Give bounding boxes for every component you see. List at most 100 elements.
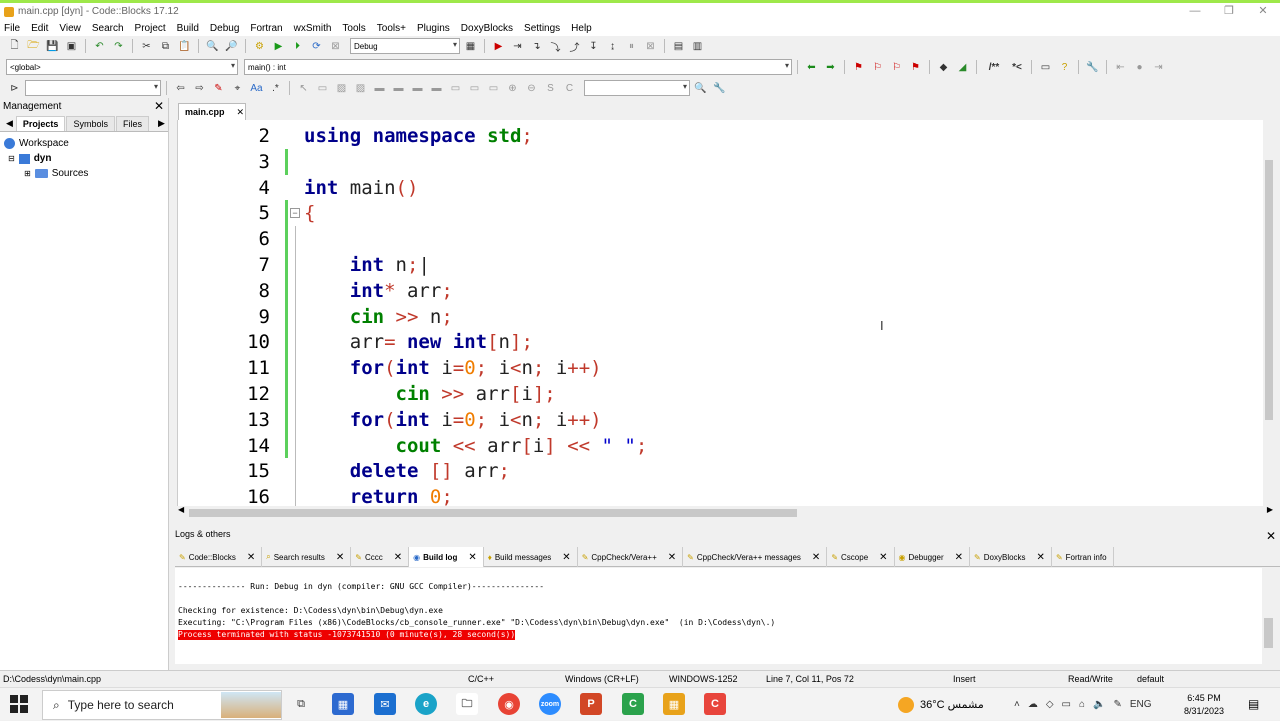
taskbar-search-input[interactable]: ⌕ Type here to search <box>42 690 282 720</box>
clock[interactable]: 6:45 PM 8/31/2023 <box>1184 688 1224 721</box>
close-tab-icon[interactable]: ✕ <box>468 552 476 563</box>
doxywizard-icon[interactable]: ▭ <box>1037 59 1054 75</box>
editor-vertical-scrollbar[interactable] <box>1263 120 1275 506</box>
close-tab-icon[interactable]: ✕ <box>247 552 255 563</box>
menu-wxsmith[interactable]: wxSmith <box>294 23 332 34</box>
doxy-comment-icon[interactable]: /** <box>982 59 1006 75</box>
tray-chevron-icon[interactable]: ˄ <box>1014 699 1020 710</box>
logs-tab[interactable]: ⌕ Search results ✕ <box>262 547 352 567</box>
code-line[interactable]: 3 <box>178 149 1263 175</box>
debug-start-icon[interactable]: ▶ <box>490 38 507 54</box>
store-app-icon[interactable]: ▦ <box>332 693 354 715</box>
shape-d-icon[interactable]: ▬ <box>390 80 407 96</box>
logs-tab[interactable]: ◉ Build log ✕ <box>409 547 484 567</box>
clear-bookmarks-icon[interactable]: ⚑ <box>907 59 924 75</box>
input-language[interactable]: ENG <box>1130 699 1152 710</box>
toggle-bookmark-icon[interactable]: ⚑ <box>850 59 867 75</box>
logs-tab[interactable]: ♦ Build messages ✕ <box>484 547 578 567</box>
shape-i-icon[interactable]: ▭ <box>485 80 502 96</box>
codeblocks-taskbar-icon[interactable]: ▦ <box>663 693 685 715</box>
abort-icon[interactable]: ⊠ <box>327 38 344 54</box>
doxy-help-icon[interactable]: ? <box>1056 59 1073 75</box>
menu-tools[interactable]: Tools <box>342 23 365 34</box>
code-line[interactable]: 12 cin >> arr[i]; <box>178 381 1263 407</box>
tray-dropbox-icon[interactable]: ◇ <box>1046 699 1054 710</box>
step-into-icon[interactable]: ⤵ <box>547 38 564 54</box>
quick-search-select[interactable]: ▾ <box>25 80 161 96</box>
debug-windows-icon[interactable]: ▤ <box>670 38 687 54</box>
stop-debug-icon[interactable]: ⊠ <box>642 38 659 54</box>
nav-forward-icon[interactable]: ⇨ <box>191 80 208 96</box>
run-icon[interactable]: ▶ <box>270 38 287 54</box>
shape-g-icon[interactable]: ▭ <box>447 80 464 96</box>
code-line[interactable]: 7 int n;| <box>178 252 1263 278</box>
scope-select[interactable]: <global> ▾ <box>6 59 238 75</box>
shape-b-icon[interactable]: ▨ <box>352 80 369 96</box>
shape-a-icon[interactable]: ▨ <box>333 80 350 96</box>
tabs-right-arrow-icon[interactable]: ▶ <box>156 116 167 131</box>
save-all-icon[interactable]: ▣ <box>63 38 80 54</box>
build-run-icon[interactable]: ⏵ <box>289 38 306 54</box>
logs-tab[interactable]: ✎ CppCheck/Vera++ messages ✕ <box>683 547 828 567</box>
copy-icon[interactable]: ⧉ <box>157 38 174 54</box>
menu-file[interactable]: File <box>4 23 20 34</box>
code-line[interactable]: 11 for(int i=0; i<n; i++) <box>178 355 1263 381</box>
tray-battery-icon[interactable]: ▭ <box>1062 699 1071 710</box>
search-settings-icon[interactable]: 🔧 <box>711 80 728 96</box>
close-window-button[interactable]: ✕ <box>1246 3 1280 20</box>
zoom-app-icon[interactable]: zoom <box>539 693 561 715</box>
code-editor[interactable]: 2 using namespace std; 3 4 int main() 5{6 7 in… <box>177 120 1263 506</box>
shape-c-icon[interactable]: ▬ <box>371 80 388 96</box>
logs-tab[interactable]: ✎ Fortran info <box>1052 547 1114 567</box>
function-select[interactable]: main() : int ▾ <box>244 59 792 75</box>
jump-forward-icon[interactable]: ➡ <box>822 59 839 75</box>
rebuild-icon[interactable]: ⟳ <box>308 38 325 54</box>
close-tab-icon[interactable]: ✕ <box>668 552 676 563</box>
close-tab-icon[interactable]: ✕ <box>812 552 820 563</box>
menu-help[interactable]: Help <box>571 23 592 34</box>
code-line[interactable]: 10 arr= new int[n]; <box>178 329 1263 355</box>
close-tab-icon[interactable]: ✕ <box>879 552 887 563</box>
tree-item-sources[interactable]: ⊞ Sources <box>4 166 164 181</box>
code-line[interactable]: 8 int* arr; <box>178 278 1263 304</box>
c-icon[interactable]: C <box>561 80 578 96</box>
mail-app-icon[interactable]: ✉ <box>374 693 396 715</box>
code-line[interactable]: 14 cout << arr[i] << " "; <box>178 433 1263 459</box>
menu-project[interactable]: Project <box>135 23 166 34</box>
debug-info-icon[interactable]: ▥ <box>689 38 706 54</box>
logs-scrollbar[interactable] <box>1262 568 1275 664</box>
save-icon[interactable]: 💾 <box>44 38 61 54</box>
weather-text[interactable]: 36°C مشمس <box>920 698 984 711</box>
logs-tab[interactable]: ✎ DoxyBlocks ✕ <box>970 547 1052 567</box>
logs-tab[interactable]: ◉ Debugger ✕ <box>895 547 971 567</box>
camtasia-app-icon[interactable]: C <box>622 693 644 715</box>
plugin-b-icon[interactable]: ◢ <box>954 59 971 75</box>
regex-icon[interactable]: .* <box>267 80 284 96</box>
shape-e-icon[interactable]: ▬ <box>409 80 426 96</box>
close-tab-icon[interactable]: ✕ <box>336 552 344 563</box>
nav-last-icon[interactable]: ⇥ <box>1150 59 1167 75</box>
menu-edit[interactable]: Edit <box>31 23 48 34</box>
tray-network-icon[interactable]: ⌂ <box>1079 699 1085 710</box>
close-tab-icon[interactable]: ✕ <box>955 552 963 563</box>
tabs-left-arrow-icon[interactable]: ◀ <box>4 116 15 131</box>
settings-wrench-icon[interactable]: 🔧 <box>1084 59 1101 75</box>
minimize-button[interactable]: — <box>1178 3 1212 20</box>
tray-pen-icon[interactable]: ✎ <box>1114 699 1122 710</box>
tab-projects[interactable]: Projects <box>15 116 66 131</box>
code-line[interactable]: 15 delete [] arr; <box>178 458 1263 484</box>
build-target-select[interactable]: Debug ▾ <box>350 38 460 54</box>
pointer-icon[interactable]: ↖ <box>295 80 312 96</box>
doxy-line-icon[interactable]: *< <box>1008 59 1026 75</box>
close-tab-icon[interactable]: ✕ <box>562 552 570 563</box>
code-line[interactable]: 2 using namespace std; <box>178 123 1263 149</box>
next-line-icon[interactable]: ↴ <box>528 38 545 54</box>
menu-settings[interactable]: Settings <box>524 23 560 34</box>
zoom-out-icon[interactable]: ⊖ <box>523 80 540 96</box>
next-instruction-icon[interactable]: ↧ <box>585 38 602 54</box>
shape-f-icon[interactable]: ▬ <box>428 80 445 96</box>
plugin-a-icon[interactable]: ◆ <box>935 59 952 75</box>
menu-debug[interactable]: Debug <box>210 23 239 34</box>
undo-icon[interactable]: ↶ <box>91 38 108 54</box>
logs-tab[interactable]: ✎ Cscope ✕ <box>827 547 895 567</box>
